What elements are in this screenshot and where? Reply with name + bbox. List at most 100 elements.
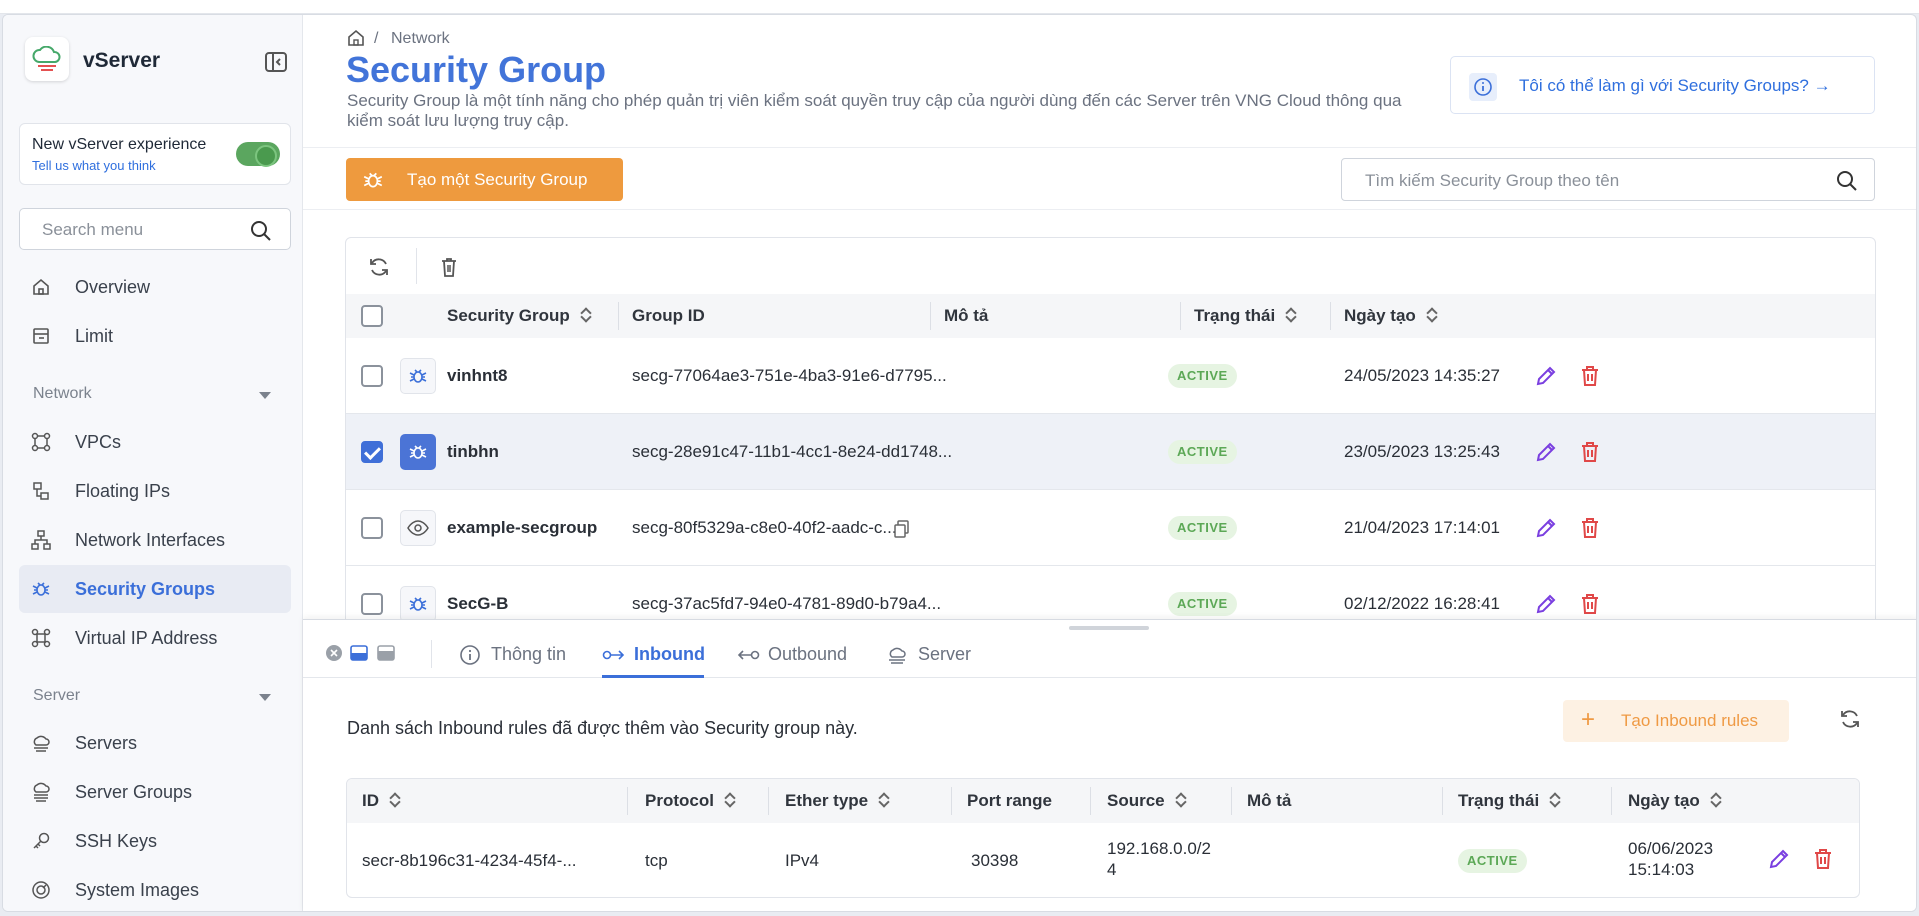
create-inbound-rule-button[interactable]: + Tạo Inbound rules — [1563, 700, 1789, 742]
status-badge: ACTIVE — [1168, 592, 1237, 616]
search-icon[interactable] — [250, 220, 272, 247]
sidebar-item-virtual-ip[interactable]: Virtual IP Address — [19, 614, 291, 662]
column-header-source[interactable]: Source — [1107, 791, 1187, 811]
tab-info[interactable]: Thông tin — [459, 642, 579, 678]
column-divider — [930, 302, 931, 330]
row-checkbox[interactable] — [361, 441, 383, 463]
search-menu-input[interactable]: Search menu — [19, 208, 291, 250]
sidebar-item-ssh-keys[interactable]: SSH Keys — [19, 817, 291, 865]
sort-icon[interactable] — [1285, 307, 1297, 323]
sidebar-item-limit[interactable]: Limit — [19, 312, 291, 360]
row-checkbox[interactable] — [361, 365, 383, 387]
column-header-ether-type[interactable]: Ether type — [785, 791, 890, 811]
table-header: ID Protocol Ether type Port range Source… — [347, 779, 1859, 823]
sort-icon[interactable] — [878, 792, 890, 808]
edit-icon[interactable] — [1767, 847, 1791, 876]
sort-icon[interactable] — [724, 792, 736, 808]
sidebar-item-system-images[interactable]: System Images — [19, 866, 291, 911]
select-all-checkbox[interactable] — [361, 305, 383, 327]
tab-outbound[interactable]: Outbound — [736, 642, 866, 678]
sidebar-item-server-groups[interactable]: Server Groups — [19, 768, 291, 816]
tab-inbound[interactable]: Inbound — [602, 642, 705, 678]
column-header-protocol[interactable]: Protocol — [645, 791, 736, 811]
sidebar-item-label: Network Interfaces — [75, 530, 226, 550]
toolbar-divider — [416, 248, 417, 284]
sort-icon[interactable] — [389, 792, 401, 808]
create-security-group-button[interactable]: Tạo một Security Group — [346, 158, 623, 201]
breadcrumb-current[interactable]: Network — [391, 30, 450, 48]
row-checkbox[interactable] — [361, 593, 383, 615]
search-icon[interactable] — [1836, 170, 1858, 197]
plus-icon: + — [1581, 706, 1596, 733]
rule-created-time: 15:14:03 — [1628, 860, 1695, 879]
rule-created-date: 06/06/2023 — [1628, 839, 1714, 858]
close-icon[interactable] — [325, 644, 343, 667]
status-badge: ACTIVE — [1168, 440, 1237, 464]
sidebar-item-floating-ips[interactable]: Floating IPs — [19, 467, 291, 515]
sidebar-item-label: System Images — [75, 880, 200, 900]
new-experience-box: New vServer experience Tell us what you … — [19, 123, 291, 185]
server-icon — [886, 644, 908, 671]
delete-icon[interactable] — [1811, 847, 1835, 876]
sort-icon[interactable] — [1549, 792, 1561, 808]
sidebar-item-overview[interactable]: Overview — [19, 263, 291, 311]
security-group-name[interactable]: vinhnt8 — [447, 366, 507, 386]
sidebar-collapse-icon[interactable] — [265, 51, 287, 73]
limit-icon — [31, 326, 51, 346]
delete-icon[interactable] — [438, 256, 460, 283]
delete-icon[interactable] — [1578, 592, 1602, 621]
sort-icon[interactable] — [1426, 307, 1438, 323]
delete-icon[interactable] — [1578, 440, 1602, 469]
sort-icon[interactable] — [1175, 792, 1187, 808]
dock-bottom-icon[interactable] — [350, 644, 368, 667]
delete-icon[interactable] — [1578, 516, 1602, 545]
nav-section-server[interactable]: Server — [33, 687, 80, 705]
sidebar-item-network-interfaces[interactable]: Network Interfaces — [19, 516, 291, 564]
edit-icon[interactable] — [1534, 516, 1558, 545]
column-header-status[interactable]: Trạng thái — [1458, 791, 1561, 811]
help-link-text[interactable]: Tôi có thể làm gì với Security Groups? → — [1519, 76, 1831, 96]
outbound-icon — [736, 644, 760, 671]
copy-icon[interactable] — [894, 520, 910, 543]
security-group-search-input[interactable]: Tìm kiếm Security Group theo tên — [1341, 158, 1875, 201]
delete-icon[interactable] — [1578, 364, 1602, 393]
column-header-id[interactable]: ID — [362, 791, 401, 811]
app-frame: vServer New vServer experience Tell us w… — [2, 14, 1917, 912]
edit-icon[interactable] — [1534, 440, 1558, 469]
rule-port-range: 30398 — [971, 851, 1019, 870]
column-header-status[interactable]: Trạng thái — [1194, 306, 1297, 326]
tab-server[interactable]: Server — [886, 642, 996, 678]
chevron-down-icon[interactable] — [259, 694, 271, 701]
security-group-name[interactable]: tinbhn — [447, 442, 499, 462]
sidebar-item-security-groups[interactable]: Security Groups — [19, 565, 291, 613]
sidebar-item-vpcs[interactable]: VPCs — [19, 418, 291, 466]
refresh-icon[interactable] — [368, 256, 390, 283]
row-checkbox[interactable] — [361, 517, 383, 539]
column-header-created[interactable]: Ngày tạo — [1628, 791, 1722, 811]
column-divider — [618, 302, 619, 330]
drawer-tabs: Thông tin Inbound Outbound Server — [303, 630, 1916, 678]
sort-icon[interactable] — [1710, 792, 1722, 808]
nav-section-network[interactable]: Network — [33, 385, 92, 403]
security-group-icon — [400, 358, 436, 394]
refresh-icon[interactable] — [1839, 708, 1861, 735]
table-row[interactable]: secr-8b196c31-4234-45f4-... tcp IPv4 303… — [347, 823, 1859, 897]
security-group-name[interactable]: example-secgroup — [447, 518, 597, 538]
feedback-link[interactable]: Tell us what you think — [32, 158, 156, 173]
column-divider — [1231, 787, 1232, 815]
column-header-created[interactable]: Ngày tạo — [1344, 306, 1438, 326]
edit-icon[interactable] — [1534, 592, 1558, 621]
sidebar-item-servers[interactable]: Servers — [19, 719, 291, 767]
security-group-name[interactable]: SecG-B — [447, 594, 508, 614]
help-link-box[interactable]: Tôi có thể làm gì với Security Groups? → — [1450, 56, 1875, 114]
table-row[interactable]: vinhnt8 secg-77064ae3-751e-4ba3-91e6-d77… — [346, 338, 1875, 414]
table-row-selected[interactable]: tinbhn secg-28e91c47-11b1-4cc1-8e24-dd17… — [346, 414, 1875, 490]
chevron-down-icon[interactable] — [259, 392, 271, 399]
new-experience-toggle[interactable] — [236, 142, 280, 167]
created-date: 21/04/2023 17:14:01 — [1344, 518, 1500, 537]
edit-icon[interactable] — [1534, 364, 1558, 393]
column-header-security-group[interactable]: Security Group — [447, 306, 592, 326]
table-row[interactable]: example-secgroup secg-80f5329a-c8e0-40f2… — [346, 490, 1875, 566]
sort-icon[interactable] — [580, 307, 592, 323]
dock-full-icon[interactable] — [377, 644, 395, 667]
